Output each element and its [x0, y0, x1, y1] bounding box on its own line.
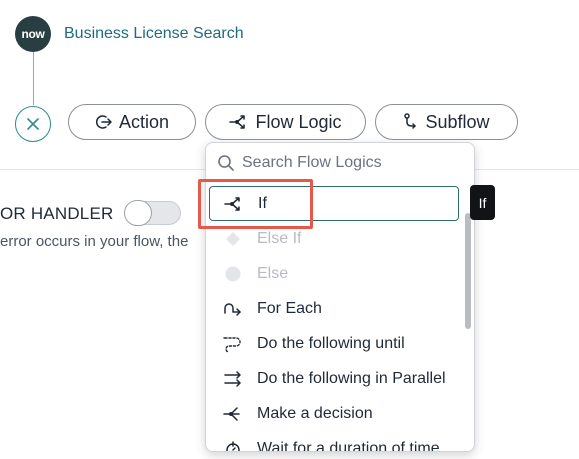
close-button[interactable] — [15, 106, 51, 142]
list-item-label: Do the following in Parallel — [257, 369, 446, 387]
dropdown-search — [206, 143, 474, 183]
list-item-make-decision[interactable]: Make a decision — [206, 396, 464, 431]
parallel-arrows-icon — [223, 369, 243, 389]
action-button-label: Action — [118, 111, 170, 132]
item-tooltip: If — [470, 185, 495, 220]
search-icon — [218, 155, 234, 171]
flow-logic-button[interactable]: Flow Logic — [205, 104, 366, 140]
subflow-icon — [404, 113, 417, 129]
flow-logic-dropdown: If Else If Else — [205, 142, 475, 452]
dashed-loop-icon — [223, 334, 243, 354]
error-handler-label: OR HANDLER — [0, 204, 114, 223]
close-icon — [27, 118, 39, 130]
list-item-label: If — [258, 194, 267, 212]
action-arrow-icon — [96, 115, 112, 129]
decision-branch-icon — [223, 404, 243, 424]
subflow-button-label: Subflow — [425, 111, 490, 132]
error-handler-toggle[interactable] — [124, 200, 181, 226]
list-item-label: For Each — [257, 299, 322, 317]
list-item-label: Wait for a duration of time — [257, 439, 440, 452]
list-item-wait-duration[interactable]: Wait for a duration of time — [206, 431, 464, 452]
list-item-if[interactable]: If — [209, 186, 459, 221]
list-item-label: Else If — [257, 229, 302, 247]
flow-connector-line — [33, 52, 34, 105]
flow-designer: now Business License Search Action Flow … — [0, 0, 579, 459]
list-item-else-if: Else If — [206, 221, 464, 256]
toggle-knob — [124, 200, 152, 226]
flow-logic-icon — [229, 115, 246, 129]
dropdown-scrollbar[interactable] — [465, 213, 471, 329]
list-item-else: Else — [206, 256, 464, 291]
loop-arrow-icon — [223, 299, 243, 319]
now-logo: now — [15, 16, 51, 52]
circle-icon — [223, 264, 243, 284]
timer-icon — [223, 439, 243, 451]
subflow-button[interactable]: Subflow — [375, 104, 518, 140]
list-item-label: Else — [257, 264, 289, 282]
action-button[interactable]: Action — [68, 104, 196, 140]
list-item-label: Make a decision — [257, 404, 373, 422]
list-item-for-each[interactable]: For Each — [206, 291, 464, 326]
list-item-parallel[interactable]: Do the following in Parallel — [206, 361, 464, 396]
diamond-icon — [223, 229, 243, 249]
flow-logic-list: If Else If Else For Each Do the followin… — [206, 186, 464, 452]
branch-icon — [224, 194, 244, 214]
error-handler-description: error occurs in your flow, the — [0, 233, 189, 250]
flow-logic-button-label: Flow Logic — [255, 111, 342, 132]
search-flow-logics-input[interactable] — [242, 154, 462, 172]
list-item-do-until[interactable]: Do the following until — [206, 326, 464, 361]
list-item-label: Do the following until — [257, 334, 405, 352]
trigger-title-link[interactable]: Business License Search — [64, 25, 244, 43]
